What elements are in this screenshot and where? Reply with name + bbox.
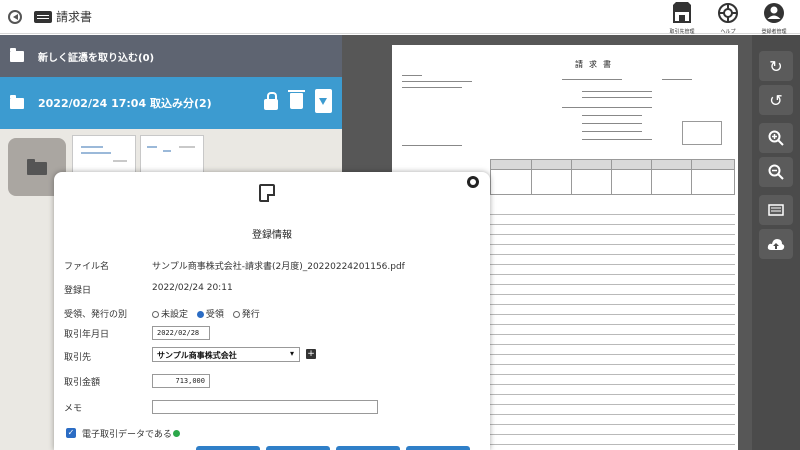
help-caption: ヘルプ xyxy=(720,29,736,35)
registration-info-dialog: 登録情報 ファイル名 サンプル商事株式会社-請求書(2月度)_202202242… xyxy=(54,172,490,450)
unlock-icon[interactable] xyxy=(264,91,278,110)
import-batch-row[interactable]: 2022/02/24 17:04 取込み分(2) xyxy=(0,77,342,129)
radio-unset-label: 未設定 xyxy=(161,310,189,320)
line-items xyxy=(490,205,735,445)
user-icon xyxy=(764,3,784,23)
viewer-toolbar: ↻ ↺ xyxy=(752,35,800,450)
user-management-caption: 登録者管理 xyxy=(761,29,787,35)
help-button[interactable]: ヘルプ xyxy=(712,2,744,35)
import-batch-label: 2022/02/24 17:04 取込み分(2) xyxy=(38,97,212,110)
amount-input[interactable]: 713,000 xyxy=(152,374,210,388)
rotate-cw-icon[interactable]: ↻ xyxy=(759,51,793,81)
dialog-action-button[interactable] xyxy=(266,446,330,450)
new-import-label: 新しく証憑を取り込む(0) xyxy=(38,52,155,64)
memo-input[interactable] xyxy=(152,400,378,414)
radio-unset[interactable] xyxy=(152,311,159,318)
back-icon[interactable] xyxy=(8,9,22,24)
top-bar: 請求書 取引先管理 ヘルプ 登録者管理 xyxy=(0,0,800,35)
partner-select[interactable]: サンプル商事株式会社 ▾ xyxy=(152,347,300,362)
dialog-action-button[interactable] xyxy=(406,446,470,450)
dialog-action-button[interactable] xyxy=(196,446,260,450)
partner-select-value: サンプル商事株式会社 xyxy=(157,351,237,360)
partner-management-button[interactable]: 取引先管理 xyxy=(666,2,698,35)
dialog-title: 登録情報 xyxy=(252,230,292,241)
folder-plus-icon xyxy=(10,94,24,109)
scan-icon[interactable] xyxy=(759,195,793,225)
electronic-data-text: 電子取引データである xyxy=(82,430,172,440)
filename-label: ファイル名 xyxy=(64,262,110,272)
partner-management-caption: 取引先管理 xyxy=(669,29,695,35)
document-type-icon xyxy=(34,10,52,23)
info-icon[interactable] xyxy=(172,430,180,437)
electronic-data-label: 電子取引データである xyxy=(82,427,180,440)
direction-radio-group: 未設定 受領 発行 xyxy=(146,307,260,320)
radio-issued[interactable] xyxy=(232,311,240,318)
transaction-date-label: 取引年月日 xyxy=(64,330,110,340)
download-icon[interactable] xyxy=(315,89,332,113)
dialog-action-button[interactable] xyxy=(336,446,400,450)
rotate-ccw-icon[interactable]: ↺ xyxy=(759,85,793,115)
filename-value: サンプル商事株式会社-請求書(2月度)_20220224201156.pdf xyxy=(152,262,405,272)
electronic-data-checkbox[interactable]: ✓ xyxy=(66,428,76,438)
transaction-date-input[interactable]: 2022/02/28 xyxy=(152,326,210,340)
invoice-title: 請求書 xyxy=(575,60,617,69)
partner-label: 取引先 xyxy=(64,353,92,363)
help-icon xyxy=(718,3,738,23)
radio-received-label: 受領 xyxy=(205,310,224,320)
close-icon[interactable] xyxy=(467,176,479,188)
note-icon xyxy=(259,184,275,202)
direction-label: 受領、発行の別 xyxy=(64,310,128,320)
chevron-down-icon: ▾ xyxy=(289,349,294,358)
amount-label: 取引金額 xyxy=(64,378,101,388)
page-title: 請求書 xyxy=(56,10,93,24)
trash-icon[interactable] xyxy=(288,90,305,109)
user-management-button[interactable]: 登録者管理 xyxy=(758,2,790,35)
cloud-upload-icon[interactable] xyxy=(759,229,793,259)
radio-received[interactable] xyxy=(196,311,204,318)
add-partner-button[interactable]: + xyxy=(306,349,316,359)
store-icon xyxy=(673,2,691,23)
new-import-row[interactable]: 新しく証憑を取り込む(0) xyxy=(0,35,342,77)
zoom-out-icon[interactable] xyxy=(759,157,793,187)
zoom-in-icon[interactable] xyxy=(759,123,793,153)
registered-date-label: 登録日 xyxy=(64,286,92,296)
folder-icon xyxy=(10,47,24,62)
memo-label: メモ xyxy=(64,404,83,414)
radio-issued-label: 発行 xyxy=(241,310,260,320)
registered-date-value: 2022/02/24 20:11 xyxy=(152,283,233,293)
